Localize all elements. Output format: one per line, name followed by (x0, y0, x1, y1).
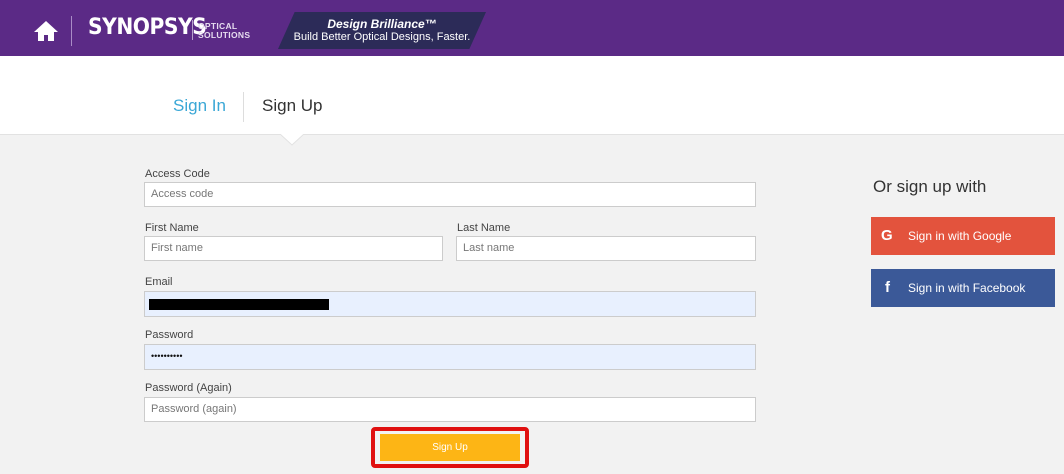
email-input[interactable] (144, 291, 756, 317)
facebook-icon: f (885, 279, 890, 296)
google-signin-button[interactable]: G Sign in with Google (871, 217, 1055, 255)
signup-button-highlight: Sign Up (371, 427, 529, 468)
tab-sign-up[interactable]: Sign Up (262, 96, 322, 116)
google-icon: G (881, 227, 893, 244)
tab-sign-in[interactable]: Sign In (173, 96, 226, 116)
password-again-label: Password (Again) (145, 382, 232, 394)
google-signin-label: Sign in with Google (908, 229, 1012, 243)
password-label: Password (145, 329, 194, 341)
access-code-label: Access Code (145, 168, 210, 180)
logo-sub-line2: SOLUTIONS (198, 30, 251, 40)
tagline-banner: Design Brilliance™ Build Better Optical … (278, 12, 486, 49)
facebook-signin-button[interactable]: f Sign in with Facebook (871, 269, 1055, 307)
email-label: Email (145, 276, 173, 288)
active-tab-pointer (280, 134, 304, 146)
header-divider (71, 16, 72, 46)
facebook-signin-label: Sign in with Facebook (908, 281, 1026, 295)
first-name-label: First Name (145, 222, 199, 234)
last-name-label: Last Name (457, 222, 511, 234)
synopsys-logo: SYNOPSYS (88, 15, 207, 40)
password-again-input[interactable]: Password (again) (144, 397, 756, 422)
home-icon[interactable] (33, 19, 59, 43)
optical-solutions-label: OPTICAL SOLUTIONS (198, 22, 250, 40)
access-code-input[interactable]: Access code (144, 182, 756, 207)
sign-up-button[interactable]: Sign Up (380, 434, 520, 461)
banner-subtitle: Build Better Optical Designs, Faster. (293, 31, 471, 43)
redacted-email-value (149, 299, 329, 310)
banner-title: Design Brilliance™ (327, 17, 437, 31)
first-name-input[interactable]: First name (144, 236, 443, 261)
last-name-input[interactable]: Last name (456, 236, 756, 261)
signup-panel: Access Code Access code First Name First… (0, 134, 1064, 474)
logo-divider (192, 20, 193, 40)
social-heading: Or sign up with (873, 177, 987, 196)
tab-divider (243, 92, 244, 122)
top-bar: SYNOPSYS OPTICAL SOLUTIONS Design Brilli… (0, 0, 1064, 56)
password-input[interactable]: •••••••••• (144, 344, 756, 370)
